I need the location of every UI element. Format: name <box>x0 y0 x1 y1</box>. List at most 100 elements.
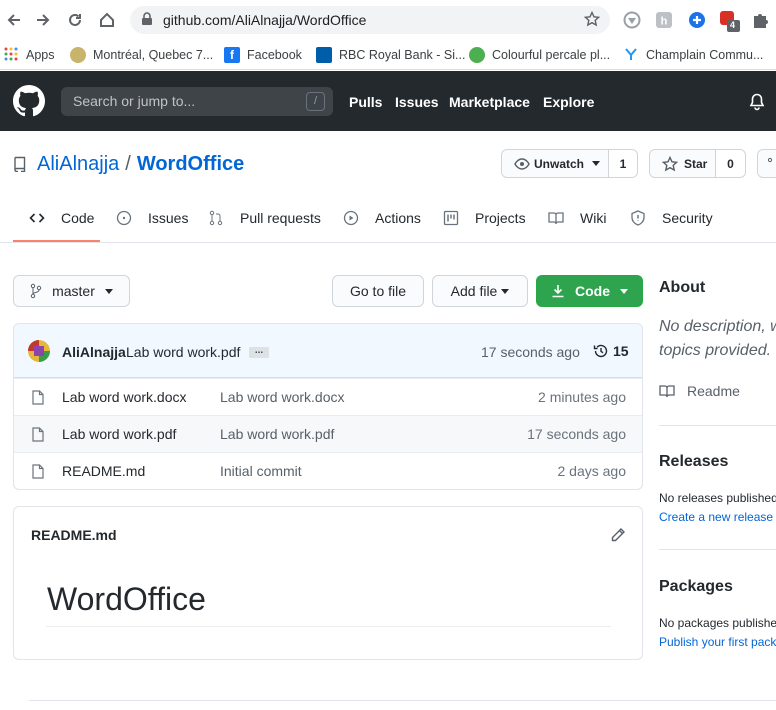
readme-filename: README.md <box>31 527 117 543</box>
play-icon <box>343 210 367 226</box>
file-icon <box>32 427 44 445</box>
tab-wiki[interactable]: Wiki <box>548 194 606 242</box>
caret-down-icon <box>592 161 601 166</box>
back-icon[interactable] <box>2 8 26 32</box>
download-icon <box>551 284 565 298</box>
star-count-value: 0 <box>727 156 734 171</box>
tab-code[interactable]: Code <box>29 194 94 242</box>
create-release-link[interactable]: Create a new release <box>659 510 773 524</box>
branch-name: master <box>52 283 95 299</box>
publish-package-link[interactable]: Publish your first pack <box>659 635 776 649</box>
bookmark-rbc[interactable]: RBC Royal Bank - Si... <box>316 44 465 66</box>
tab-label: Code <box>61 210 95 226</box>
nav-explore[interactable]: Explore <box>543 94 594 110</box>
readme-link[interactable]: Readme <box>659 383 740 399</box>
tab-label: Wiki <box>580 210 607 226</box>
search-input[interactable]: Search or jump to... / <box>61 87 333 116</box>
address-bar[interactable]: github.com/AliAlnajja/WordOffice <box>130 6 610 34</box>
about-description-line-1: No description, w <box>659 318 776 335</box>
pencil-edit-icon[interactable] <box>610 527 626 546</box>
star-button[interactable]: Star <box>649 149 716 178</box>
extension-badge-count: 4 <box>730 20 736 30</box>
search-placeholder: Search or jump to... <box>73 93 196 109</box>
file-name-link[interactable]: Lab word work.pdf <box>62 426 176 442</box>
file-commit-message[interactable]: Initial commit <box>220 463 302 479</box>
caret-down-icon <box>620 288 628 294</box>
commit-message[interactable]: Lab word work.pdf <box>126 344 240 360</box>
repo-icon <box>13 156 27 175</box>
reload-icon[interactable] <box>63 8 87 32</box>
tab-projects[interactable]: Projects <box>443 194 526 242</box>
notifications-bell-icon[interactable] <box>749 93 765 114</box>
repo-path-separator: / <box>125 152 131 175</box>
nav-issues[interactable]: Issues <box>395 94 439 110</box>
table-row[interactable]: Lab word work.pdf Lab word work.pdf 17 s… <box>14 415 642 452</box>
commit-time[interactable]: 17 seconds ago <box>481 344 580 360</box>
file-name-link[interactable]: README.md <box>62 463 145 479</box>
table-row[interactable]: README.md Initial commit 2 days ago <box>14 452 642 489</box>
tab-issues[interactable]: Issues <box>116 194 188 242</box>
code-icon <box>29 210 53 226</box>
code-download-button[interactable]: Code <box>536 275 643 307</box>
watch-count[interactable]: 1 <box>608 149 638 178</box>
commit-expand-button[interactable]: ... <box>249 346 269 358</box>
file-age: 2 days ago <box>557 463 627 479</box>
commit-history-link[interactable]: 15 <box>593 343 629 359</box>
fork-button[interactable] <box>757 149 776 178</box>
go-to-file-label: Go to file <box>349 283 407 299</box>
nav-pulls[interactable]: Pulls <box>349 94 382 110</box>
add-file-button[interactable]: Add file <box>432 275 528 307</box>
packages-heading[interactable]: Packages <box>659 578 733 596</box>
caret-down-icon <box>104 288 113 294</box>
nav-marketplace[interactable]: Marketplace <box>449 94 530 110</box>
repo-owner-link[interactable]: AliAlnajja <box>37 153 119 176</box>
readme-panel: README.md WordOffice <box>13 506 643 660</box>
about-heading: About <box>659 279 706 296</box>
apps-grid-icon <box>4 47 18 64</box>
extension-shield-icon[interactable] <box>623 11 641 32</box>
tab-pull-requests[interactable]: Pull requests <box>208 194 321 242</box>
github-logo-icon[interactable] <box>13 85 45 120</box>
readme-divider <box>46 626 611 627</box>
table-row[interactable]: Lab word work.docx Lab word work.docx 2 … <box>14 378 642 415</box>
shield-icon <box>630 210 654 226</box>
commit-author[interactable]: AliAlnajja <box>62 344 126 360</box>
file-commit-message[interactable]: Lab word work.pdf <box>220 426 334 442</box>
bookmark-star-icon[interactable] <box>583 10 601 30</box>
branch-select-button[interactable]: master <box>13 275 130 307</box>
extension-h-icon[interactable]: h <box>655 11 673 32</box>
active-tab-underline <box>13 240 100 242</box>
tab-label: Actions <box>375 210 421 226</box>
extensions-puzzle-icon[interactable] <box>751 11 769 32</box>
forward-icon[interactable] <box>31 8 55 32</box>
commit-count: 15 <box>613 343 629 359</box>
file-name-link[interactable]: Lab word work.docx <box>62 389 187 405</box>
bookmark-champlain[interactable]: Champlain Commu... <box>624 44 763 66</box>
bookmark-apps[interactable]: Apps <box>4 44 55 66</box>
home-icon[interactable] <box>95 8 119 32</box>
github-header: Search or jump to... / Pulls Issues Mark… <box>0 71 776 131</box>
file-commit-message[interactable]: Lab word work.docx <box>220 389 345 405</box>
tab-label: Issues <box>148 210 189 226</box>
unwatch-button[interactable]: Unwatch <box>501 149 609 178</box>
browser-toolbar: github.com/AliAlnajja/WordOffice h 4 <box>0 0 776 40</box>
tab-label: Security <box>662 210 713 226</box>
extension-badge-icon[interactable]: 4 <box>718 9 742 36</box>
tab-security[interactable]: Security <box>630 194 713 242</box>
star-label: Star <box>684 156 708 171</box>
star-count[interactable]: 0 <box>715 149 746 178</box>
about-description-line-2: topics provided. <box>659 342 772 359</box>
go-to-file-button[interactable]: Go to file <box>332 275 424 307</box>
extension-blue-icon[interactable] <box>688 11 706 32</box>
bookmark-percale[interactable]: Colourful percale pl... <box>469 44 610 66</box>
bookmark-montreal[interactable]: Montréal, Quebec 7... <box>70 44 213 66</box>
lock-icon[interactable] <box>141 12 153 29</box>
tab-actions[interactable]: Actions <box>343 194 421 242</box>
champlain-favicon-icon <box>624 47 638 64</box>
bookmark-label: RBC Royal Bank - Si... <box>339 48 466 62</box>
repo-name-link[interactable]: WordOffice <box>137 153 244 176</box>
releases-heading[interactable]: Releases <box>659 453 728 471</box>
bookmark-facebook[interactable]: f Facebook <box>224 44 302 66</box>
pull-request-icon <box>208 210 232 226</box>
avatar[interactable] <box>28 340 50 362</box>
